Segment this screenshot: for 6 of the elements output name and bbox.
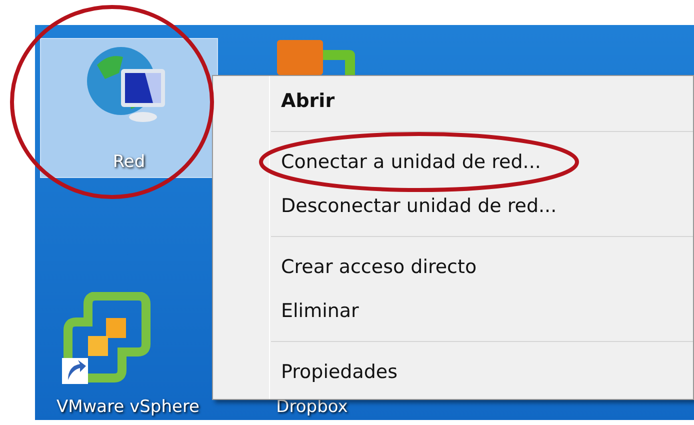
menu-item[interactable]: Desconectar unidad de red... <box>213 184 693 228</box>
menu-item[interactable]: Eliminar <box>213 289 693 333</box>
menu-item[interactable]: Crear acceso directo <box>213 245 693 289</box>
menu-item[interactable]: Propiedades <box>213 350 693 394</box>
icon-label: VMware vSphere <box>56 396 200 418</box>
icon-label: Red <box>112 151 146 173</box>
